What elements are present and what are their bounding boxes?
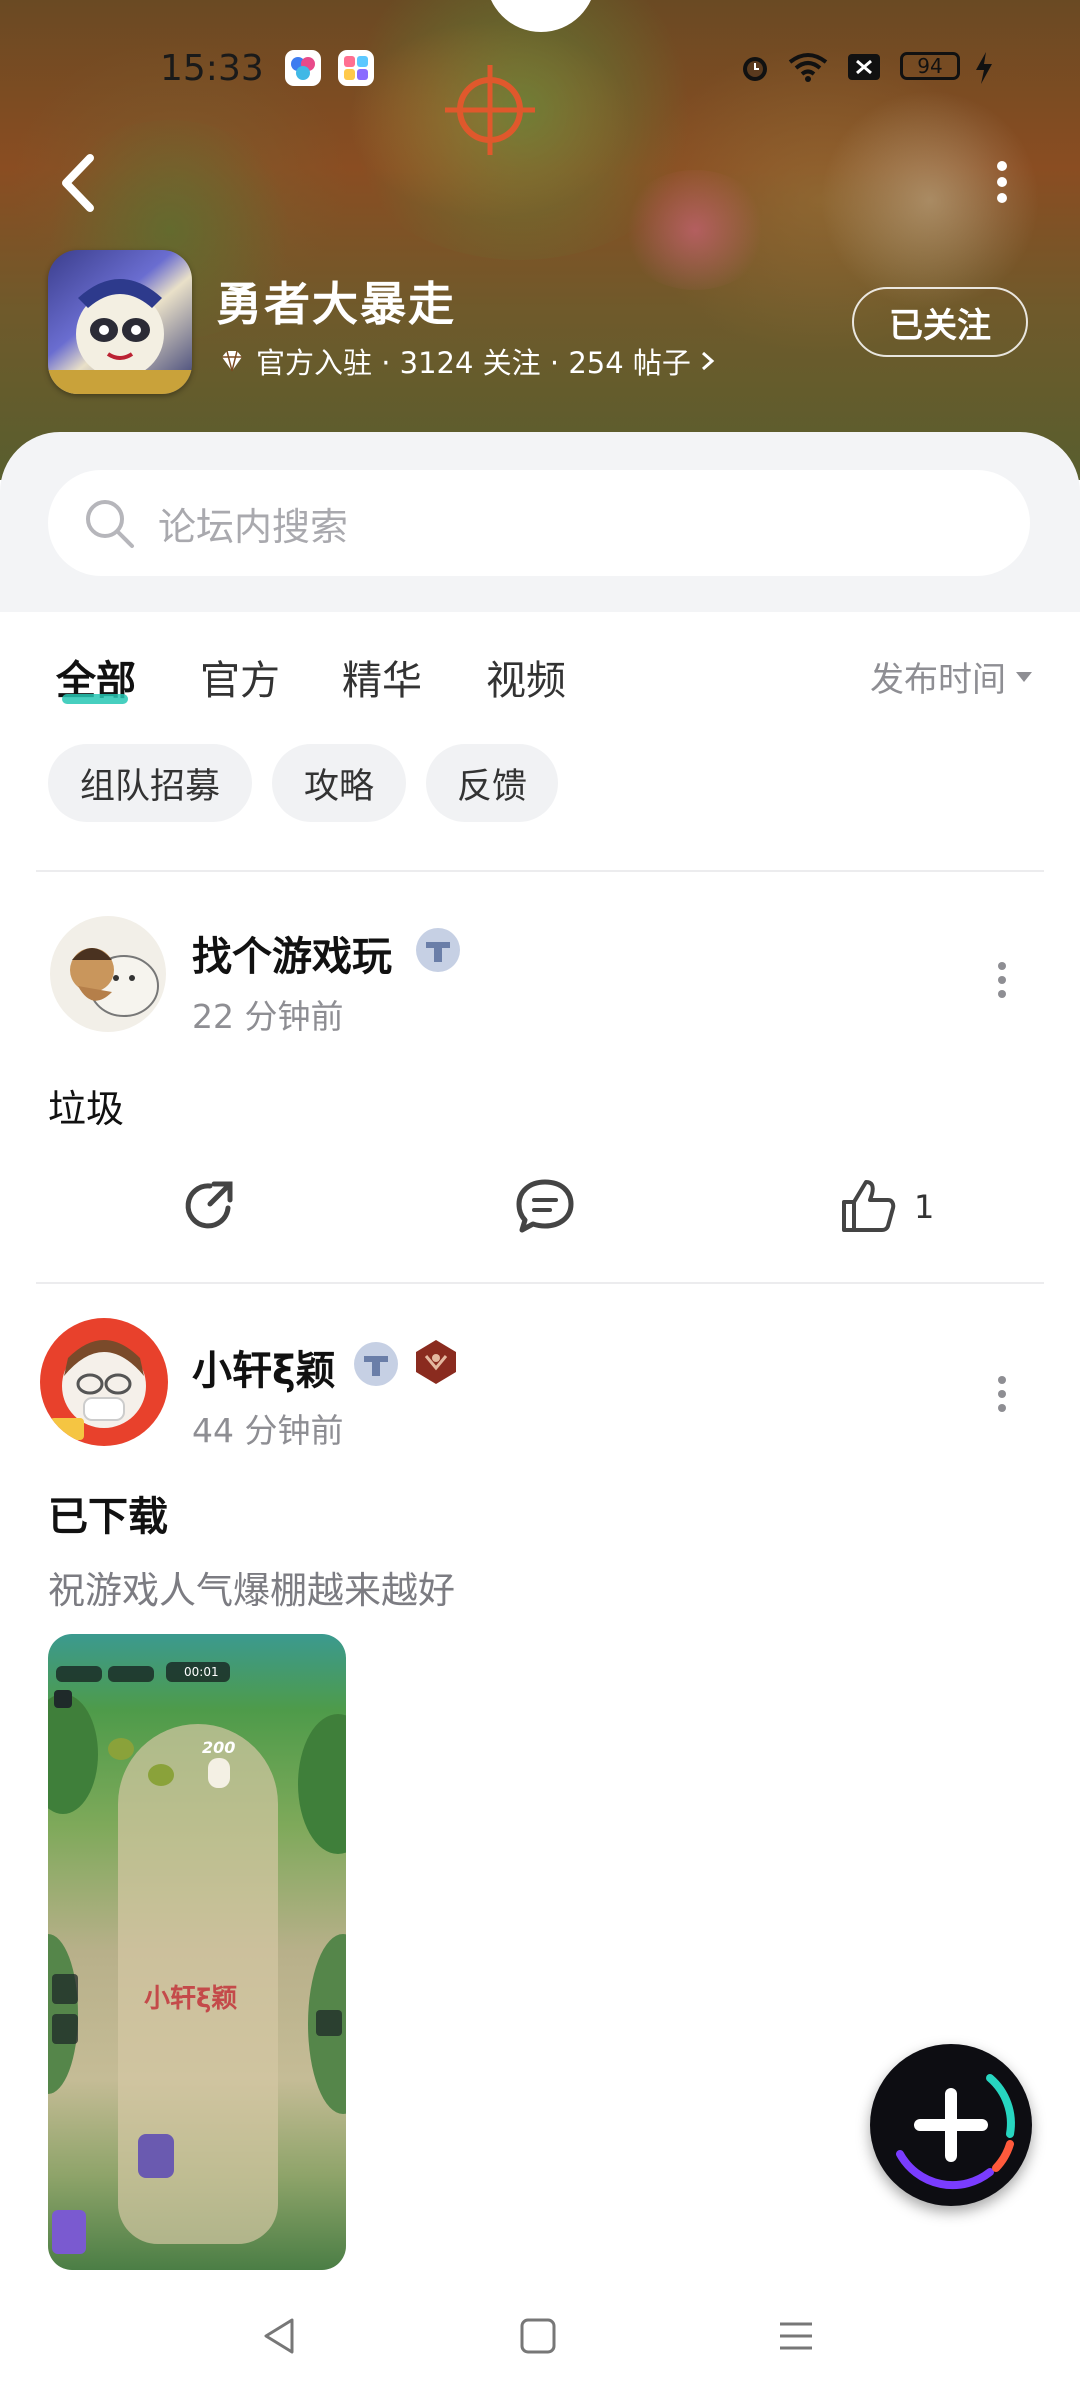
nav-home-icon[interactable] — [516, 2314, 560, 2358]
follow-button[interactable]: 已关注 — [852, 287, 1028, 357]
nav-menu-icon[interactable] — [774, 2314, 818, 2358]
image-tree — [48, 1694, 98, 1814]
chip-team-recruit[interactable]: 组队招募 — [48, 744, 252, 822]
post-more-icon[interactable] — [994, 1374, 1010, 1414]
image-enemy — [148, 1764, 174, 1786]
game-name: 勇者大暴走 — [216, 277, 456, 331]
chevron-right-icon — [701, 351, 715, 371]
game-meta-link[interactable]: 官方入驻 · 3124 关注 · 254 帖子 — [218, 340, 719, 382]
search-input[interactable]: 论坛内搜索 — [48, 470, 1030, 576]
post-username[interactable]: 找个游戏玩 — [192, 924, 392, 982]
post-image[interactable]: 00:01 200 小轩ξ颖 — [48, 1634, 346, 2270]
chip-feedback[interactable]: 反馈 — [426, 744, 558, 822]
tab-featured[interactable]: 精华 — [342, 648, 422, 706]
post-more-icon[interactable] — [994, 960, 1010, 1000]
back-button[interactable] — [50, 148, 110, 218]
sort-dropdown[interactable]: 发布时间 — [870, 652, 1032, 701]
post-username[interactable]: 小轩ξ颖 — [192, 1338, 336, 1396]
image-hud-timer: 00:01 — [166, 1662, 230, 1682]
like-count: 1 — [914, 1188, 935, 1226]
game-icon[interactable] — [48, 250, 192, 394]
sim-off-icon — [848, 54, 880, 80]
image-hero-card — [52, 2210, 86, 2254]
image-character — [208, 1758, 230, 1788]
caret-down-icon — [1016, 671, 1032, 682]
pause-icon — [54, 1690, 72, 1708]
image-enemy — [108, 1738, 134, 1760]
post-title: 已下载 — [48, 1494, 168, 1540]
avatar[interactable] — [50, 916, 166, 1032]
post-time: 44 分钟前 — [192, 1411, 344, 1450]
image-score: 200 — [202, 1738, 236, 1757]
image-side-button — [52, 1974, 78, 2004]
divider — [36, 1282, 1044, 1284]
tab-video[interactable]: 视频 — [486, 648, 566, 706]
image-tree — [298, 1714, 346, 1854]
system-nav-bar — [0, 2270, 1080, 2400]
image-hud — [108, 1666, 154, 1682]
level-badge-icon — [416, 1340, 456, 1384]
wifi-icon — [788, 53, 828, 82]
app-icon-2 — [338, 50, 374, 86]
battery-level: 94 — [917, 54, 943, 78]
nav-back-icon[interactable] — [258, 2314, 302, 2358]
chip-guide[interactable]: 攻略 — [272, 744, 406, 822]
plus-icon — [896, 2074, 1015, 2190]
game-meta-text: 官方入驻 · 3124 关注 · 254 帖子 — [256, 346, 691, 380]
status-bar: 15:33 94 — [0, 40, 1080, 100]
comment-icon[interactable] — [514, 1176, 576, 1236]
diamond-icon — [222, 350, 242, 372]
charging-icon — [976, 52, 992, 84]
status-time: 15:33 — [160, 48, 264, 89]
app-icon-1 — [285, 50, 321, 86]
alarm-icon — [743, 57, 767, 81]
image-watermark: 小轩ξ颖 — [144, 1984, 238, 2014]
battery-icon: 94 — [900, 52, 960, 80]
sort-label: 发布时间 — [870, 660, 1006, 700]
post-time: 22 分钟前 — [192, 997, 344, 1036]
image-hero — [138, 2134, 174, 2178]
user-badge-icon — [416, 928, 460, 972]
search-placeholder: 论坛内搜索 — [158, 504, 349, 549]
divider — [36, 870, 1044, 872]
post-body: 垃圾 — [48, 1087, 125, 1131]
image-side-button — [52, 2014, 78, 2044]
user-badge-icon — [354, 1342, 398, 1386]
like-icon[interactable] — [838, 1176, 898, 1236]
create-post-button[interactable] — [870, 2044, 1032, 2206]
active-tab-indicator — [62, 694, 128, 704]
more-options-button[interactable] — [980, 160, 1020, 206]
tab-official[interactable]: 官方 — [200, 648, 280, 706]
banner-artwork-creature — [620, 170, 770, 290]
search-icon — [86, 500, 134, 548]
share-icon[interactable] — [180, 1176, 240, 1236]
image-hud — [56, 1666, 102, 1682]
image-speed-button — [316, 2010, 342, 2036]
post-subtitle: 祝游戏人气爆棚越来越好 — [48, 1569, 455, 1612]
avatar[interactable] — [40, 1318, 168, 1446]
